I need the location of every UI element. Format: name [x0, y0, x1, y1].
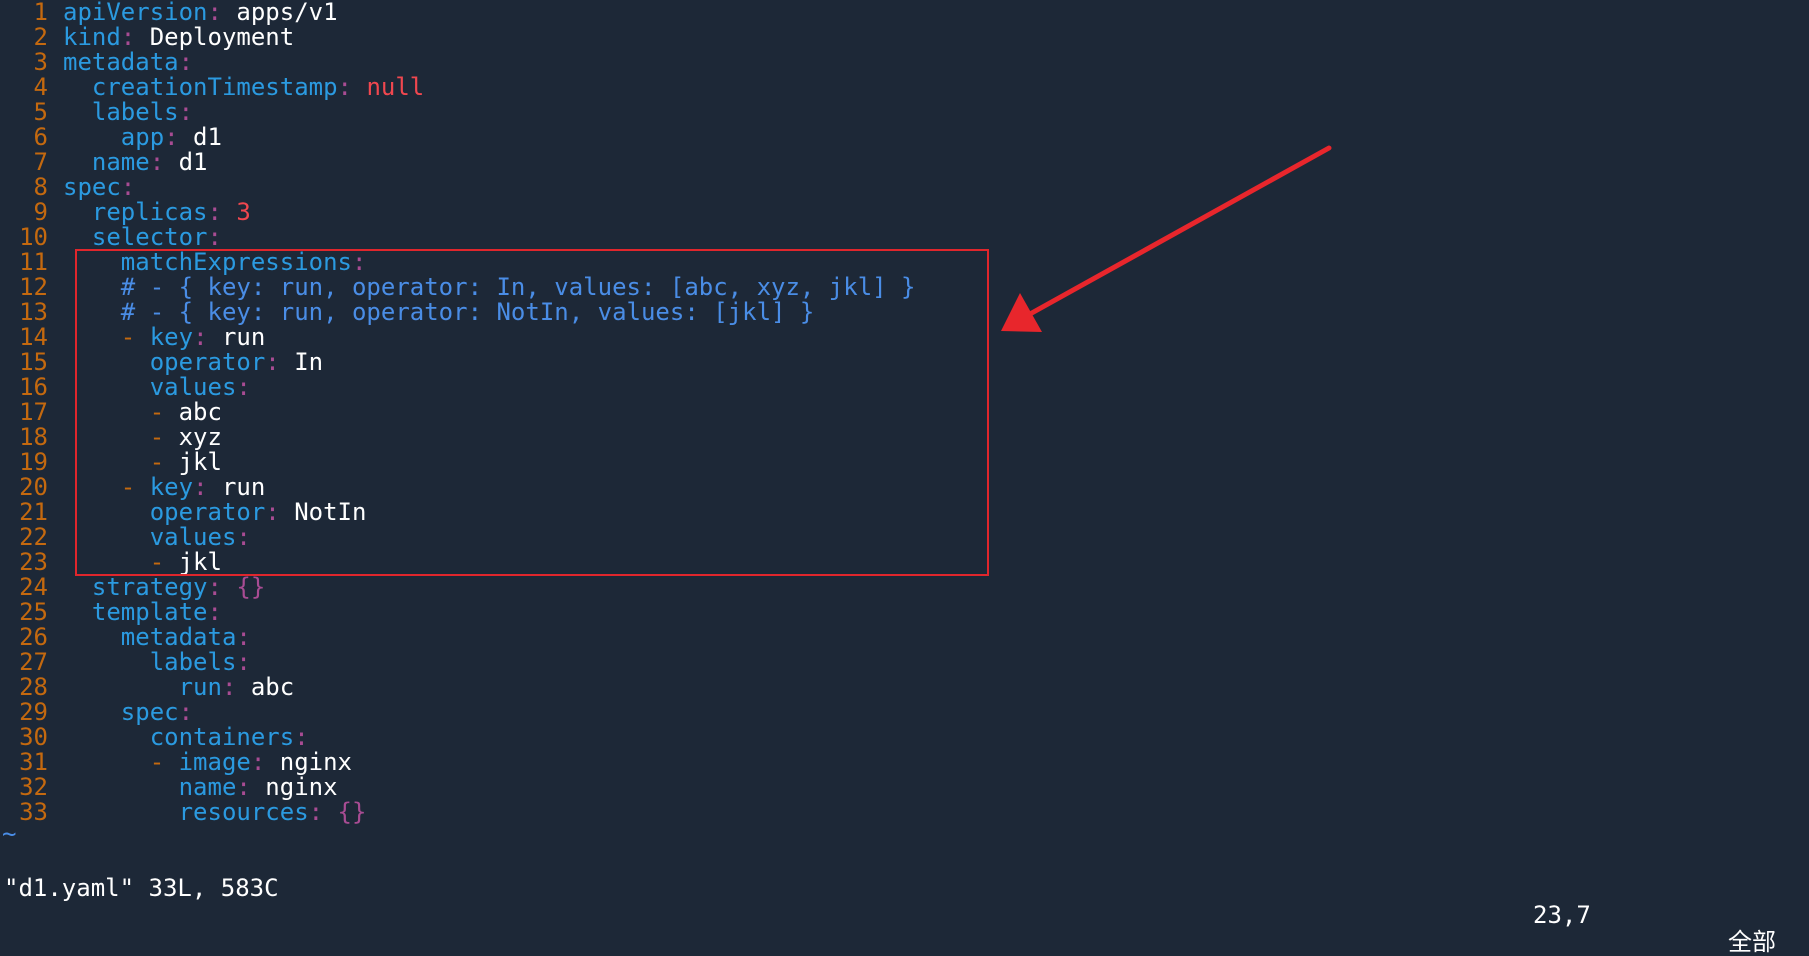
cursor-position: 23,7: [1533, 901, 1591, 929]
file-info: "d1.yaml" 33L, 583C: [4, 874, 279, 902]
annotation-arrow-icon: [1001, 145, 1332, 332]
scroll-position: 全部: [1728, 928, 1776, 956]
